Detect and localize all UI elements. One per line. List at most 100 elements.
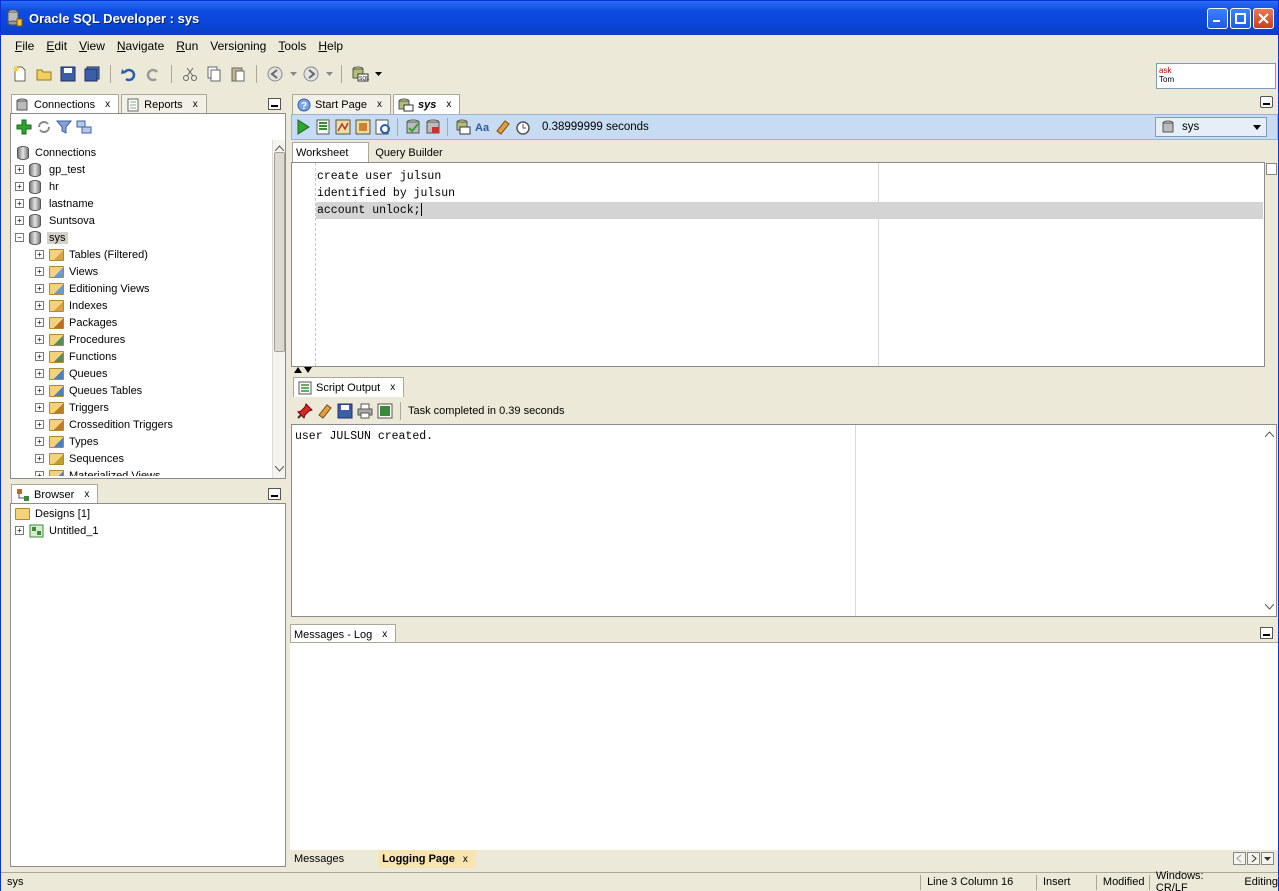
tab-connections[interactable]: Connections x (11, 94, 120, 114)
minimize-panel-button[interactable] (1260, 627, 1273, 639)
tree-item-connection[interactable]: + hr (15, 178, 271, 195)
tab-logging-page[interactable]: Logging Page x (378, 850, 476, 868)
tab-reports[interactable]: Reports x (121, 94, 207, 114)
tree-item-schema-object[interactable]: + Tables (Filtered) (15, 246, 271, 263)
forward-dropdown[interactable] (324, 63, 334, 85)
splitter-arrows[interactable] (294, 367, 312, 373)
expand-icon[interactable]: + (35, 301, 44, 310)
output-settings-button[interactable] (376, 403, 393, 420)
tree-item-schema-object[interactable]: + Queues (15, 365, 271, 382)
tree-item-schema-object[interactable]: + Queues Tables (15, 382, 271, 399)
expand-icon[interactable]: + (35, 318, 44, 327)
format-button[interactable]: Aa (474, 119, 491, 136)
save-button[interactable] (57, 63, 79, 85)
new-button[interactable] (9, 63, 31, 85)
expand-icon[interactable]: + (35, 403, 44, 412)
expand-icon[interactable]: + (35, 267, 44, 276)
close-button[interactable] (1253, 8, 1274, 29)
history-button[interactable] (514, 119, 531, 136)
rollback-button[interactable] (424, 119, 441, 136)
editor-menu-button[interactable] (1260, 96, 1273, 108)
tab-start-page[interactable]: ? Start Page x (292, 94, 391, 114)
tree-item-schema-object[interactable]: + Functions (15, 348, 271, 365)
tree-item-schema-object[interactable]: + Views (15, 263, 271, 280)
menu-versioning[interactable]: Versioning (204, 39, 272, 53)
close-tab-icon[interactable]: x (390, 382, 395, 393)
menu-view[interactable]: View (73, 39, 111, 53)
back-button[interactable] (264, 63, 286, 85)
tree-item-schema-object[interactable]: + Editioning Views (15, 280, 271, 297)
close-tab-icon[interactable]: x (377, 99, 382, 110)
run-statement-button[interactable] (294, 119, 311, 136)
tree-item-connection[interactable]: + Suntsova (15, 212, 271, 229)
sql-editor[interactable]: create user julsun identified by julsun … (291, 162, 1265, 367)
tree-item-connection[interactable]: + lastname (15, 195, 271, 212)
autotrace-button[interactable] (334, 119, 351, 136)
arrow-down-icon[interactable] (304, 367, 312, 373)
menu-navigate[interactable]: Navigate (111, 39, 170, 53)
open-button[interactable] (33, 63, 55, 85)
tab-sys[interactable]: sys x (392, 94, 461, 114)
tree-root-connections[interactable]: Connections (15, 144, 271, 161)
arrow-up-icon[interactable] (294, 367, 302, 373)
expand-icon[interactable]: + (35, 437, 44, 446)
minimize-panel-button[interactable] (268, 98, 281, 110)
close-tab-icon[interactable]: x (105, 99, 110, 110)
explain-plan-button[interactable] (354, 119, 371, 136)
commit-button[interactable] (404, 119, 421, 136)
tree-item-schema-object[interactable]: + Indexes (15, 297, 271, 314)
expand-icon[interactable]: + (15, 199, 24, 208)
expand-icon[interactable]: + (35, 250, 44, 259)
tab-script-output[interactable]: Script Output x (293, 377, 405, 397)
scroll-down-icon[interactable] (274, 463, 285, 475)
tree-item-connection[interactable]: + gp_test (15, 161, 271, 178)
tree-item-schema-object[interactable]: + Sequences (15, 450, 271, 467)
close-tab-icon[interactable]: x (382, 629, 387, 640)
tab-worksheet[interactable]: Worksheet (292, 142, 370, 163)
filter-button[interactable] (55, 118, 72, 135)
expand-icon[interactable]: + (35, 471, 44, 476)
save-output-button[interactable] (336, 403, 353, 420)
forward-button[interactable] (300, 63, 322, 85)
clear-output-button[interactable] (316, 403, 333, 420)
tab-messages[interactable]: Messages (290, 850, 348, 868)
tree-item-schema-object[interactable]: + Types (15, 433, 271, 450)
minimize-panel-button[interactable] (268, 488, 281, 500)
expand-icon[interactable]: + (35, 335, 44, 344)
maximize-button[interactable] (1230, 8, 1251, 29)
ask-tom-search[interactable]: ask Tom (1156, 63, 1276, 89)
menu-tools[interactable]: Tools (272, 39, 312, 53)
close-tab-icon[interactable]: x (84, 489, 89, 500)
expand-icon[interactable]: + (35, 420, 44, 429)
paste-button[interactable] (227, 63, 249, 85)
tree-item-schema-object[interactable]: + Procedures (15, 331, 271, 348)
tree-item-schema-object[interactable]: + Triggers (15, 399, 271, 416)
schema-browser-button[interactable] (75, 118, 92, 135)
undo-button[interactable] (118, 63, 140, 85)
cut-button[interactable] (179, 63, 201, 85)
vertical-scrollbar[interactable] (272, 140, 285, 478)
close-tab-icon[interactable]: x (193, 99, 198, 110)
refresh-button[interactable] (35, 118, 52, 135)
scroll-up-icon[interactable] (1264, 428, 1275, 440)
scroll-down-icon[interactable] (1264, 601, 1275, 613)
tab-list-icon[interactable] (1261, 852, 1274, 865)
tree-item-untitled[interactable]: + Untitled_1 (15, 522, 99, 539)
tree-item-schema-object[interactable]: + Materialized Views (15, 467, 271, 476)
tree-item-schema-object[interactable]: + Packages (15, 314, 271, 331)
connection-selector[interactable]: sys (1155, 117, 1267, 137)
scroll-thumb[interactable] (274, 152, 285, 352)
back-dropdown[interactable] (288, 63, 298, 85)
run-script-button[interactable] (314, 119, 331, 136)
expand-icon[interactable]: + (35, 386, 44, 395)
pin-button[interactable] (296, 403, 313, 420)
expand-icon[interactable]: + (15, 216, 24, 225)
menu-edit[interactable]: Edit (40, 39, 73, 53)
expand-icon[interactable]: + (35, 284, 44, 293)
save-all-button[interactable] (81, 63, 103, 85)
expand-icon[interactable]: + (35, 369, 44, 378)
tab-query-builder[interactable]: Query Builder (369, 142, 448, 163)
scroll-right-icon[interactable] (1247, 852, 1260, 865)
expand-icon[interactable]: + (15, 182, 24, 191)
redo-button[interactable] (142, 63, 164, 85)
